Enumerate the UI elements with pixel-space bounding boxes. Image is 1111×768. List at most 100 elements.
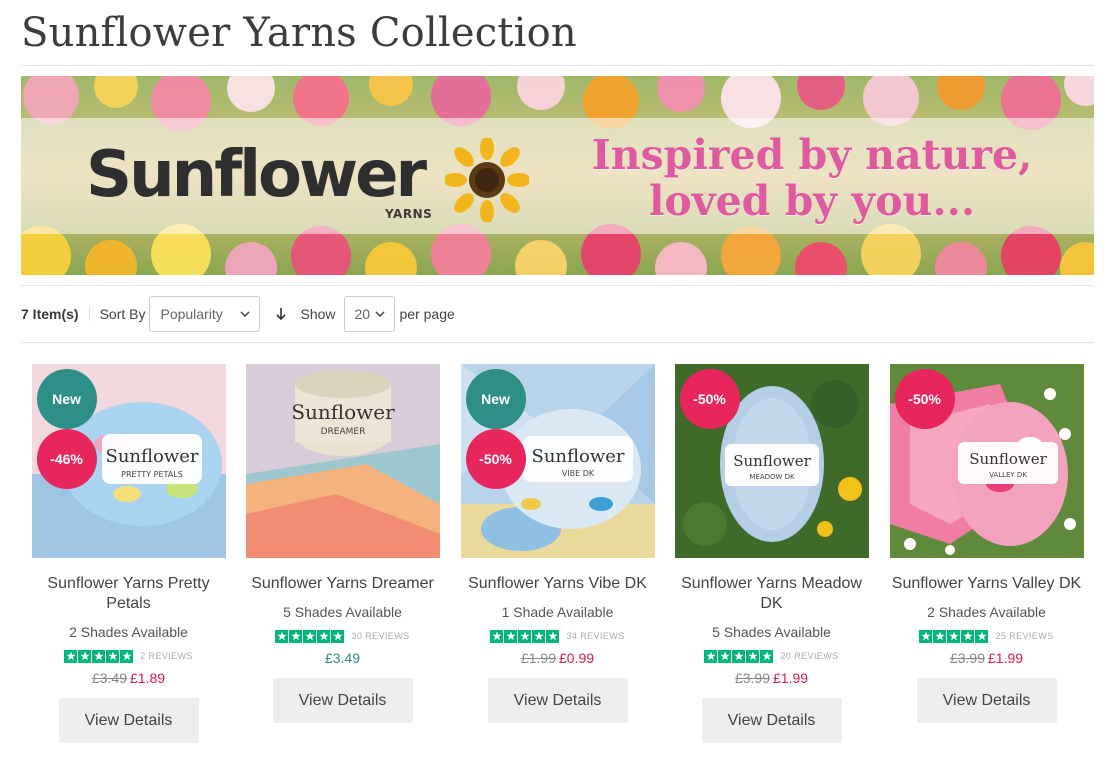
rating-row: 20 REVIEWS xyxy=(664,649,879,663)
product-image[interactable]: Sunflower VIBE DK New -50% xyxy=(460,364,655,558)
star-icon xyxy=(947,629,961,643)
shades-available: 5 Shades Available xyxy=(712,624,831,640)
label-brand: Sunflower xyxy=(105,446,198,467)
review-count[interactable]: 20 REVIEWS xyxy=(780,651,838,661)
page-title: Sunflower Yarns Collection xyxy=(21,10,577,56)
product-image[interactable]: Sunflower DREAMER xyxy=(245,364,440,558)
product-card: Sunflower MEADOW DK -50% Sunflower Yarns… xyxy=(664,364,879,743)
star-icon xyxy=(760,649,774,663)
discount-badge: -46% xyxy=(36,429,97,489)
per-page-label: per page xyxy=(399,306,455,322)
star-icon xyxy=(975,629,989,643)
price: £1.99 £0.99 xyxy=(450,650,665,666)
star-icon xyxy=(732,649,746,663)
shades-available: 5 Shades Available xyxy=(283,604,402,620)
divider xyxy=(21,342,1094,343)
toolbar-separator xyxy=(88,307,90,321)
per-page-select-value: 20 xyxy=(354,306,371,322)
product-name[interactable]: Sunflower Yarns Meadow DK xyxy=(664,574,879,614)
rating-row: 2 REVIEWS xyxy=(21,649,236,663)
product-image[interactable]: Sunflower PRETTY PETALS New -46% xyxy=(31,364,226,558)
product-grid: Sunflower PRETTY PETALS New -46% Sunflow… xyxy=(21,364,1094,764)
discount-badge: -50% xyxy=(465,429,526,489)
review-count[interactable]: 2 REVIEWS xyxy=(140,651,193,661)
sale-price: £1.99 xyxy=(988,650,1024,666)
star-icon xyxy=(919,629,933,643)
review-count[interactable]: 25 REVIEWS xyxy=(995,631,1053,641)
label-sub: DREAMER xyxy=(320,427,365,437)
sort-select-value: Popularity xyxy=(160,306,223,322)
star-icon xyxy=(961,629,975,643)
divider xyxy=(21,285,1094,286)
label-sub: PRETTY PETALS xyxy=(121,470,183,479)
was-price: £1.99 xyxy=(520,650,556,666)
view-details-button[interactable]: View Details xyxy=(916,678,1057,723)
price: £3.49 xyxy=(235,650,450,666)
label-brand: Sunflower xyxy=(291,400,395,424)
label-sub: MEADOW DK xyxy=(749,473,795,481)
label-sub: VALLEY DK xyxy=(989,471,1027,479)
sale-price: £1.99 xyxy=(773,670,809,686)
star-rating xyxy=(275,629,345,643)
new-badge: New xyxy=(465,369,526,429)
star-icon xyxy=(704,649,718,663)
yarn-image: Sunflower DREAMER xyxy=(245,364,440,558)
star-icon xyxy=(120,649,134,663)
view-details-button[interactable]: View Details xyxy=(701,698,842,743)
divider xyxy=(21,65,1094,66)
show-label: Show xyxy=(300,306,336,322)
star-rating xyxy=(704,649,774,663)
star-icon xyxy=(532,629,546,643)
price: £3.99 £1.99 xyxy=(664,670,879,686)
rating-row: 34 REVIEWS xyxy=(450,629,665,643)
star-icon xyxy=(933,629,947,643)
item-count: 7 Item(s) xyxy=(21,306,79,322)
star-icon xyxy=(303,629,317,643)
chevron-down-icon xyxy=(240,311,251,318)
was-price: £3.99 xyxy=(734,670,770,686)
label-brand: Sunflower xyxy=(531,446,624,467)
star-rating xyxy=(64,649,134,663)
product-image[interactable]: Sunflower VALLEY DK -50% xyxy=(889,364,1084,558)
sort-label: Sort By xyxy=(99,306,146,322)
star-icon xyxy=(92,649,106,663)
tagline-line-1: Inspired by nature, xyxy=(591,131,1033,179)
star-icon xyxy=(317,629,331,643)
listing-toolbar: 7 Item(s) Sort By Popularity Show 20 per… xyxy=(21,296,1094,332)
product-name[interactable]: Sunflower Yarns Pretty Petals xyxy=(21,574,236,614)
product-card: Sunflower VALLEY DK -50% Sunflower Yarns… xyxy=(879,364,1094,723)
chevron-down-icon xyxy=(374,311,385,318)
star-icon xyxy=(504,629,518,643)
collection-banner: Sunflower YARNS Inspired by nature, love… xyxy=(21,76,1094,275)
shades-available: 1 Shade Available xyxy=(501,604,614,620)
star-rating xyxy=(919,629,989,643)
review-count[interactable]: 30 REVIEWS xyxy=(351,631,409,641)
sale-price: £1.89 xyxy=(130,670,166,686)
label-sub: VIBE DK xyxy=(561,469,594,478)
arrow-down-icon[interactable] xyxy=(274,307,288,321)
star-icon xyxy=(331,629,345,643)
star-icon xyxy=(289,629,303,643)
rating-row: 25 REVIEWS xyxy=(879,629,1094,643)
was-price: £3.99 xyxy=(949,650,985,666)
discount-badge: -50% xyxy=(679,369,740,429)
product-image[interactable]: Sunflower MEADOW DK -50% xyxy=(674,364,869,558)
view-details-button[interactable]: View Details xyxy=(58,698,199,743)
regular-price: £3.49 xyxy=(324,650,361,666)
rating-row: 30 REVIEWS xyxy=(235,629,450,643)
star-icon xyxy=(518,629,532,643)
product-name[interactable]: Sunflower Yarns Dreamer xyxy=(235,574,450,594)
per-page-select[interactable]: 20 xyxy=(343,296,395,332)
view-details-button[interactable]: View Details xyxy=(272,678,413,723)
shades-available: 2 Shades Available xyxy=(69,624,188,640)
product-name[interactable]: Sunflower Yarns Valley DK xyxy=(879,574,1094,594)
review-count[interactable]: 34 REVIEWS xyxy=(566,631,624,641)
star-icon xyxy=(718,649,732,663)
discount-badge: -50% xyxy=(894,369,955,429)
label-brand: Sunflower xyxy=(733,452,811,470)
price: £3.49 £1.89 xyxy=(21,670,236,686)
product-name[interactable]: Sunflower Yarns Vibe DK xyxy=(450,574,665,594)
view-details-button[interactable]: View Details xyxy=(487,678,628,723)
sort-select[interactable]: Popularity xyxy=(149,296,261,332)
product-card: Sunflower DREAMER Sunflower Yarns Dreame… xyxy=(235,364,450,723)
